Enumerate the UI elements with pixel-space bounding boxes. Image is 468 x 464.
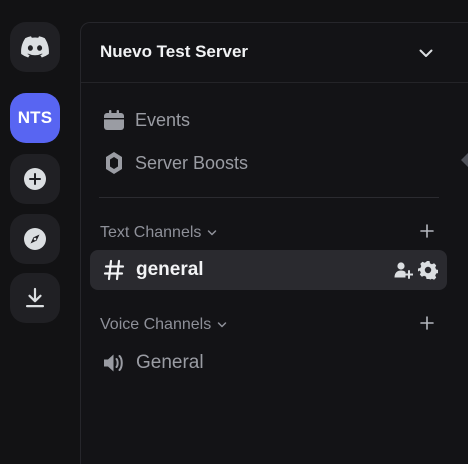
plus-icon — [419, 223, 435, 244]
download-apps-button[interactable] — [10, 273, 60, 323]
server-header[interactable]: Nuevo Test Server — [81, 23, 468, 83]
server-icon-nts[interactable]: NTS — [10, 93, 60, 143]
create-voice-channel-button[interactable] — [417, 315, 437, 335]
home-button[interactable] — [10, 22, 60, 72]
download-icon — [23, 286, 47, 310]
boost-gem-icon — [99, 151, 129, 175]
server-initials: NTS — [17, 108, 53, 127]
divider — [99, 197, 439, 198]
hashtag-icon — [101, 257, 127, 283]
server-rail: NTS — [0, 0, 72, 464]
add-server-button[interactable] — [10, 154, 60, 204]
invite-members-icon[interactable] — [393, 260, 413, 280]
channel-name: General — [136, 352, 204, 373]
speaker-icon — [101, 350, 127, 376]
category-label: Text Channels — [100, 224, 202, 241]
discover-button[interactable] — [10, 214, 60, 264]
plus-icon — [419, 315, 435, 336]
calendar-icon — [99, 108, 129, 132]
category-text-channels[interactable]: Text Channels — [100, 223, 217, 243]
channel-sidebar: Nuevo Test Server Events Server Boosts T… — [80, 22, 468, 464]
compass-icon — [23, 227, 47, 251]
gear-icon[interactable] — [418, 260, 438, 280]
chevron-down-icon — [217, 320, 227, 330]
panel-edge-arrow — [458, 152, 468, 168]
server-name: Nuevo Test Server — [100, 42, 249, 61]
app-root: NTS Nuevo Test Server Events Server Boos… — [0, 0, 468, 464]
events-label: Events — [135, 109, 191, 130]
discord-logo-icon — [21, 36, 49, 58]
channel-general-voice[interactable]: General — [90, 343, 447, 383]
events-item[interactable]: Events — [91, 101, 447, 139]
chevron-down-icon — [207, 228, 217, 238]
server-boosts-item[interactable]: Server Boosts — [91, 144, 447, 182]
chevron-down-icon — [418, 45, 434, 66]
create-text-channel-button[interactable] — [417, 223, 437, 243]
channel-general-text[interactable]: general — [90, 250, 447, 290]
category-voice-channels[interactable]: Voice Channels — [100, 315, 227, 335]
channel-name: general — [136, 259, 204, 280]
channel-actions — [393, 260, 438, 280]
server-boosts-label: Server Boosts — [135, 152, 249, 173]
plus-circle-icon — [23, 167, 47, 191]
category-label: Voice Channels — [100, 316, 212, 333]
